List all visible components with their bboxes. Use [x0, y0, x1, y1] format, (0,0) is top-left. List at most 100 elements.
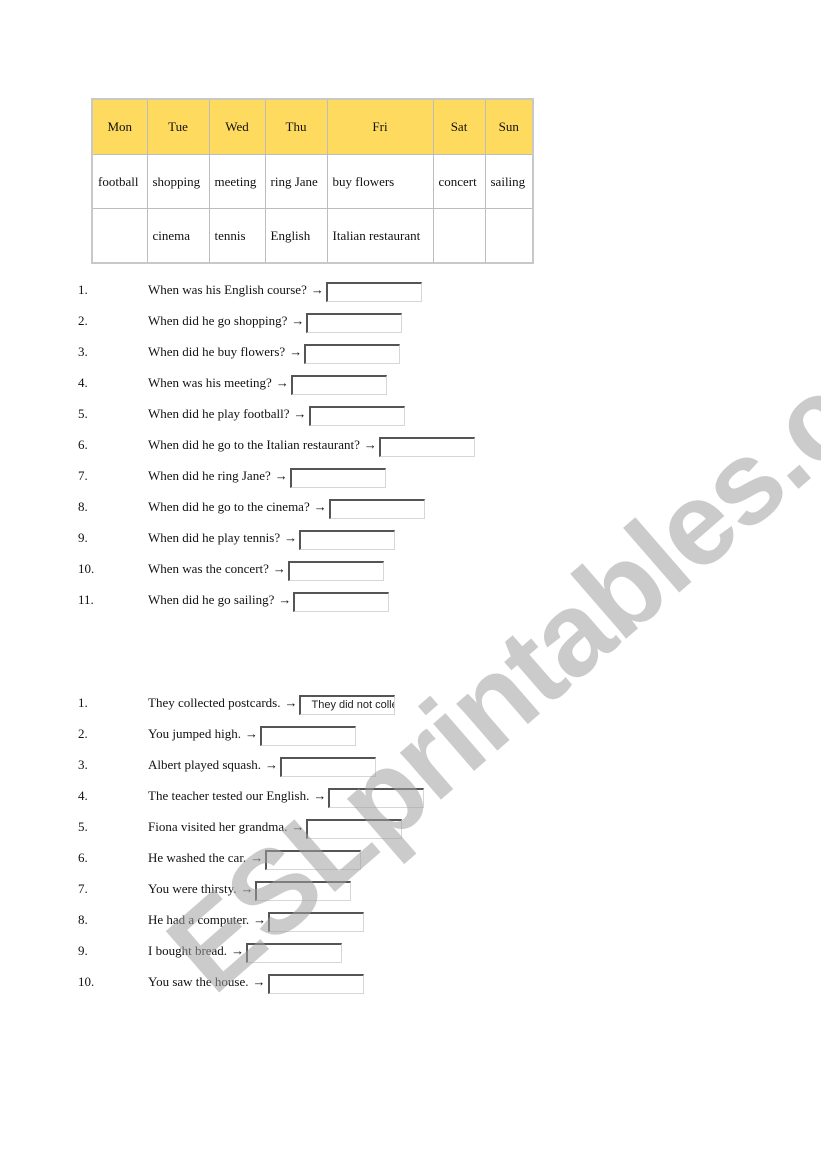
day-header: Sun — [484, 98, 534, 155]
question-item: 1. When was his English course? → — [78, 274, 422, 302]
schedule-header-row: Mon Tue Wed Thu Fri Sat Sun — [91, 98, 534, 155]
item-number: 2. — [78, 726, 88, 741]
item-text: They collected postcards. — [148, 695, 281, 710]
answer-input[interactable] — [280, 757, 377, 777]
item-number: 7. — [78, 468, 88, 483]
item-text: He had a computer. — [148, 912, 250, 927]
question-item: 5. When did he play football? → — [78, 398, 405, 426]
answer-input[interactable] — [299, 530, 396, 550]
item-text: When did he ring Jane? — [148, 468, 271, 483]
item-text: When was his meeting? — [148, 375, 272, 390]
item-number: 7. — [78, 881, 88, 896]
answer-input[interactable] — [293, 592, 390, 612]
arrow-icon: → — [289, 344, 303, 359]
item-number: 1. — [78, 695, 88, 710]
question-item: 10. When was the concert? → — [78, 553, 384, 581]
question-item: 9. When did he play tennis? → — [78, 522, 396, 550]
answer-input[interactable] — [308, 406, 405, 426]
sentence-item: 8. He had a computer. → — [78, 904, 365, 932]
item-text: Fiona visited her grandma. — [148, 819, 288, 834]
item-text: When did he play tennis? — [148, 530, 281, 545]
arrow-icon: → — [240, 881, 254, 896]
answer-input[interactable] — [259, 726, 356, 746]
schedule-row: cinema tennis English Italian restaurant — [91, 208, 534, 264]
answer-input[interactable] — [267, 974, 364, 994]
arrow-icon: → — [310, 282, 324, 297]
item-text: You saw the house. — [148, 974, 249, 989]
sentence-item: 1. They collected postcards. → They did not… — [78, 687, 396, 715]
item-number: 3. — [78, 757, 88, 772]
item-text: When was his English course? — [148, 282, 307, 297]
arrow-icon: → — [313, 499, 327, 514]
arrow-icon: → — [291, 313, 305, 328]
sentence-item: 9. I bought bread. → — [78, 935, 343, 963]
item-number: 9. — [78, 943, 88, 958]
answer-input[interactable] — [328, 788, 425, 808]
item-text: When did he go to the cinema? — [148, 499, 310, 514]
answer-input[interactable] — [265, 850, 362, 870]
schedule-cell: buy flowers — [326, 154, 434, 209]
item-number: 5. — [78, 406, 88, 421]
question-item: 4. When was his meeting? → — [78, 367, 387, 395]
weekly-schedule-table: Mon Tue Wed Thu Fri Sat Sun football sho… — [91, 98, 534, 264]
sentence-item: 7. You were thirsty. → — [78, 873, 352, 901]
item-number: 2. — [78, 313, 88, 328]
day-header: Sat — [432, 98, 486, 155]
day-header: Wed — [208, 98, 266, 155]
item-text: When did he go sailing? — [148, 592, 275, 607]
item-number: 4. — [78, 375, 88, 390]
schedule-cell: shopping — [146, 154, 210, 209]
answer-input[interactable] — [328, 499, 425, 519]
answer-input[interactable]: They did not colle — [299, 695, 396, 715]
schedule-row: football shopping meeting ring Jane buy … — [91, 154, 534, 209]
schedule-cell: football — [91, 154, 148, 209]
question-item: 2. When did he go shopping? → — [78, 305, 403, 333]
arrow-icon: → — [291, 819, 305, 834]
sentence-item: 3. Albert played squash. → — [78, 749, 377, 777]
schedule-cell: Italian restaurant — [326, 208, 434, 264]
day-header: Thu — [264, 98, 328, 155]
item-text: When did he go shopping? — [148, 313, 288, 328]
arrow-icon: → — [284, 530, 298, 545]
schedule-cell: sailing — [484, 154, 534, 209]
arrow-icon: → — [313, 788, 327, 803]
item-text: When did he go to the Italian restaurant… — [148, 437, 360, 452]
arrow-icon: → — [293, 406, 307, 421]
answer-input[interactable] — [289, 468, 386, 488]
answer-input[interactable] — [378, 437, 475, 457]
item-number: 10. — [78, 974, 95, 989]
day-header: Tue — [146, 98, 210, 155]
arrow-icon: → — [284, 695, 298, 710]
schedule-cell: concert — [432, 154, 486, 209]
arrow-icon: → — [231, 943, 245, 958]
item-text: Albert played squash. — [148, 757, 262, 772]
day-header: Fri — [326, 98, 434, 155]
arrow-icon: → — [363, 437, 377, 452]
answer-input[interactable] — [304, 344, 401, 364]
question-item: 7. When did he ring Jane? → — [78, 460, 386, 488]
schedule-cell: meeting — [208, 154, 266, 209]
item-text: I bought bread. — [148, 943, 228, 958]
answer-input[interactable] — [290, 375, 387, 395]
arrow-icon: → — [250, 850, 264, 865]
answer-input[interactable] — [325, 282, 422, 302]
answer-input[interactable] — [255, 881, 352, 901]
item-number: 4. — [78, 788, 88, 803]
answer-input[interactable] — [306, 313, 403, 333]
item-number: 8. — [78, 499, 88, 514]
answer-input[interactable] — [306, 819, 403, 839]
arrow-icon: → — [253, 912, 267, 927]
answer-input[interactable] — [287, 561, 384, 581]
arrow-icon: → — [265, 757, 279, 772]
schedule-cell — [432, 208, 486, 264]
item-number: 6. — [78, 437, 88, 452]
answer-input[interactable] — [268, 912, 365, 932]
answer-input[interactable] — [246, 943, 343, 963]
item-text: You jumped high. — [148, 726, 241, 741]
arrow-icon: → — [244, 726, 258, 741]
arrow-icon: → — [278, 592, 292, 607]
schedule-cell — [484, 208, 534, 264]
question-item: 8. When did he go to the cinema? → — [78, 491, 425, 519]
item-text: The teacher tested our English. — [148, 788, 310, 803]
question-item: 6. When did he go to the Italian restaura… — [78, 429, 475, 457]
